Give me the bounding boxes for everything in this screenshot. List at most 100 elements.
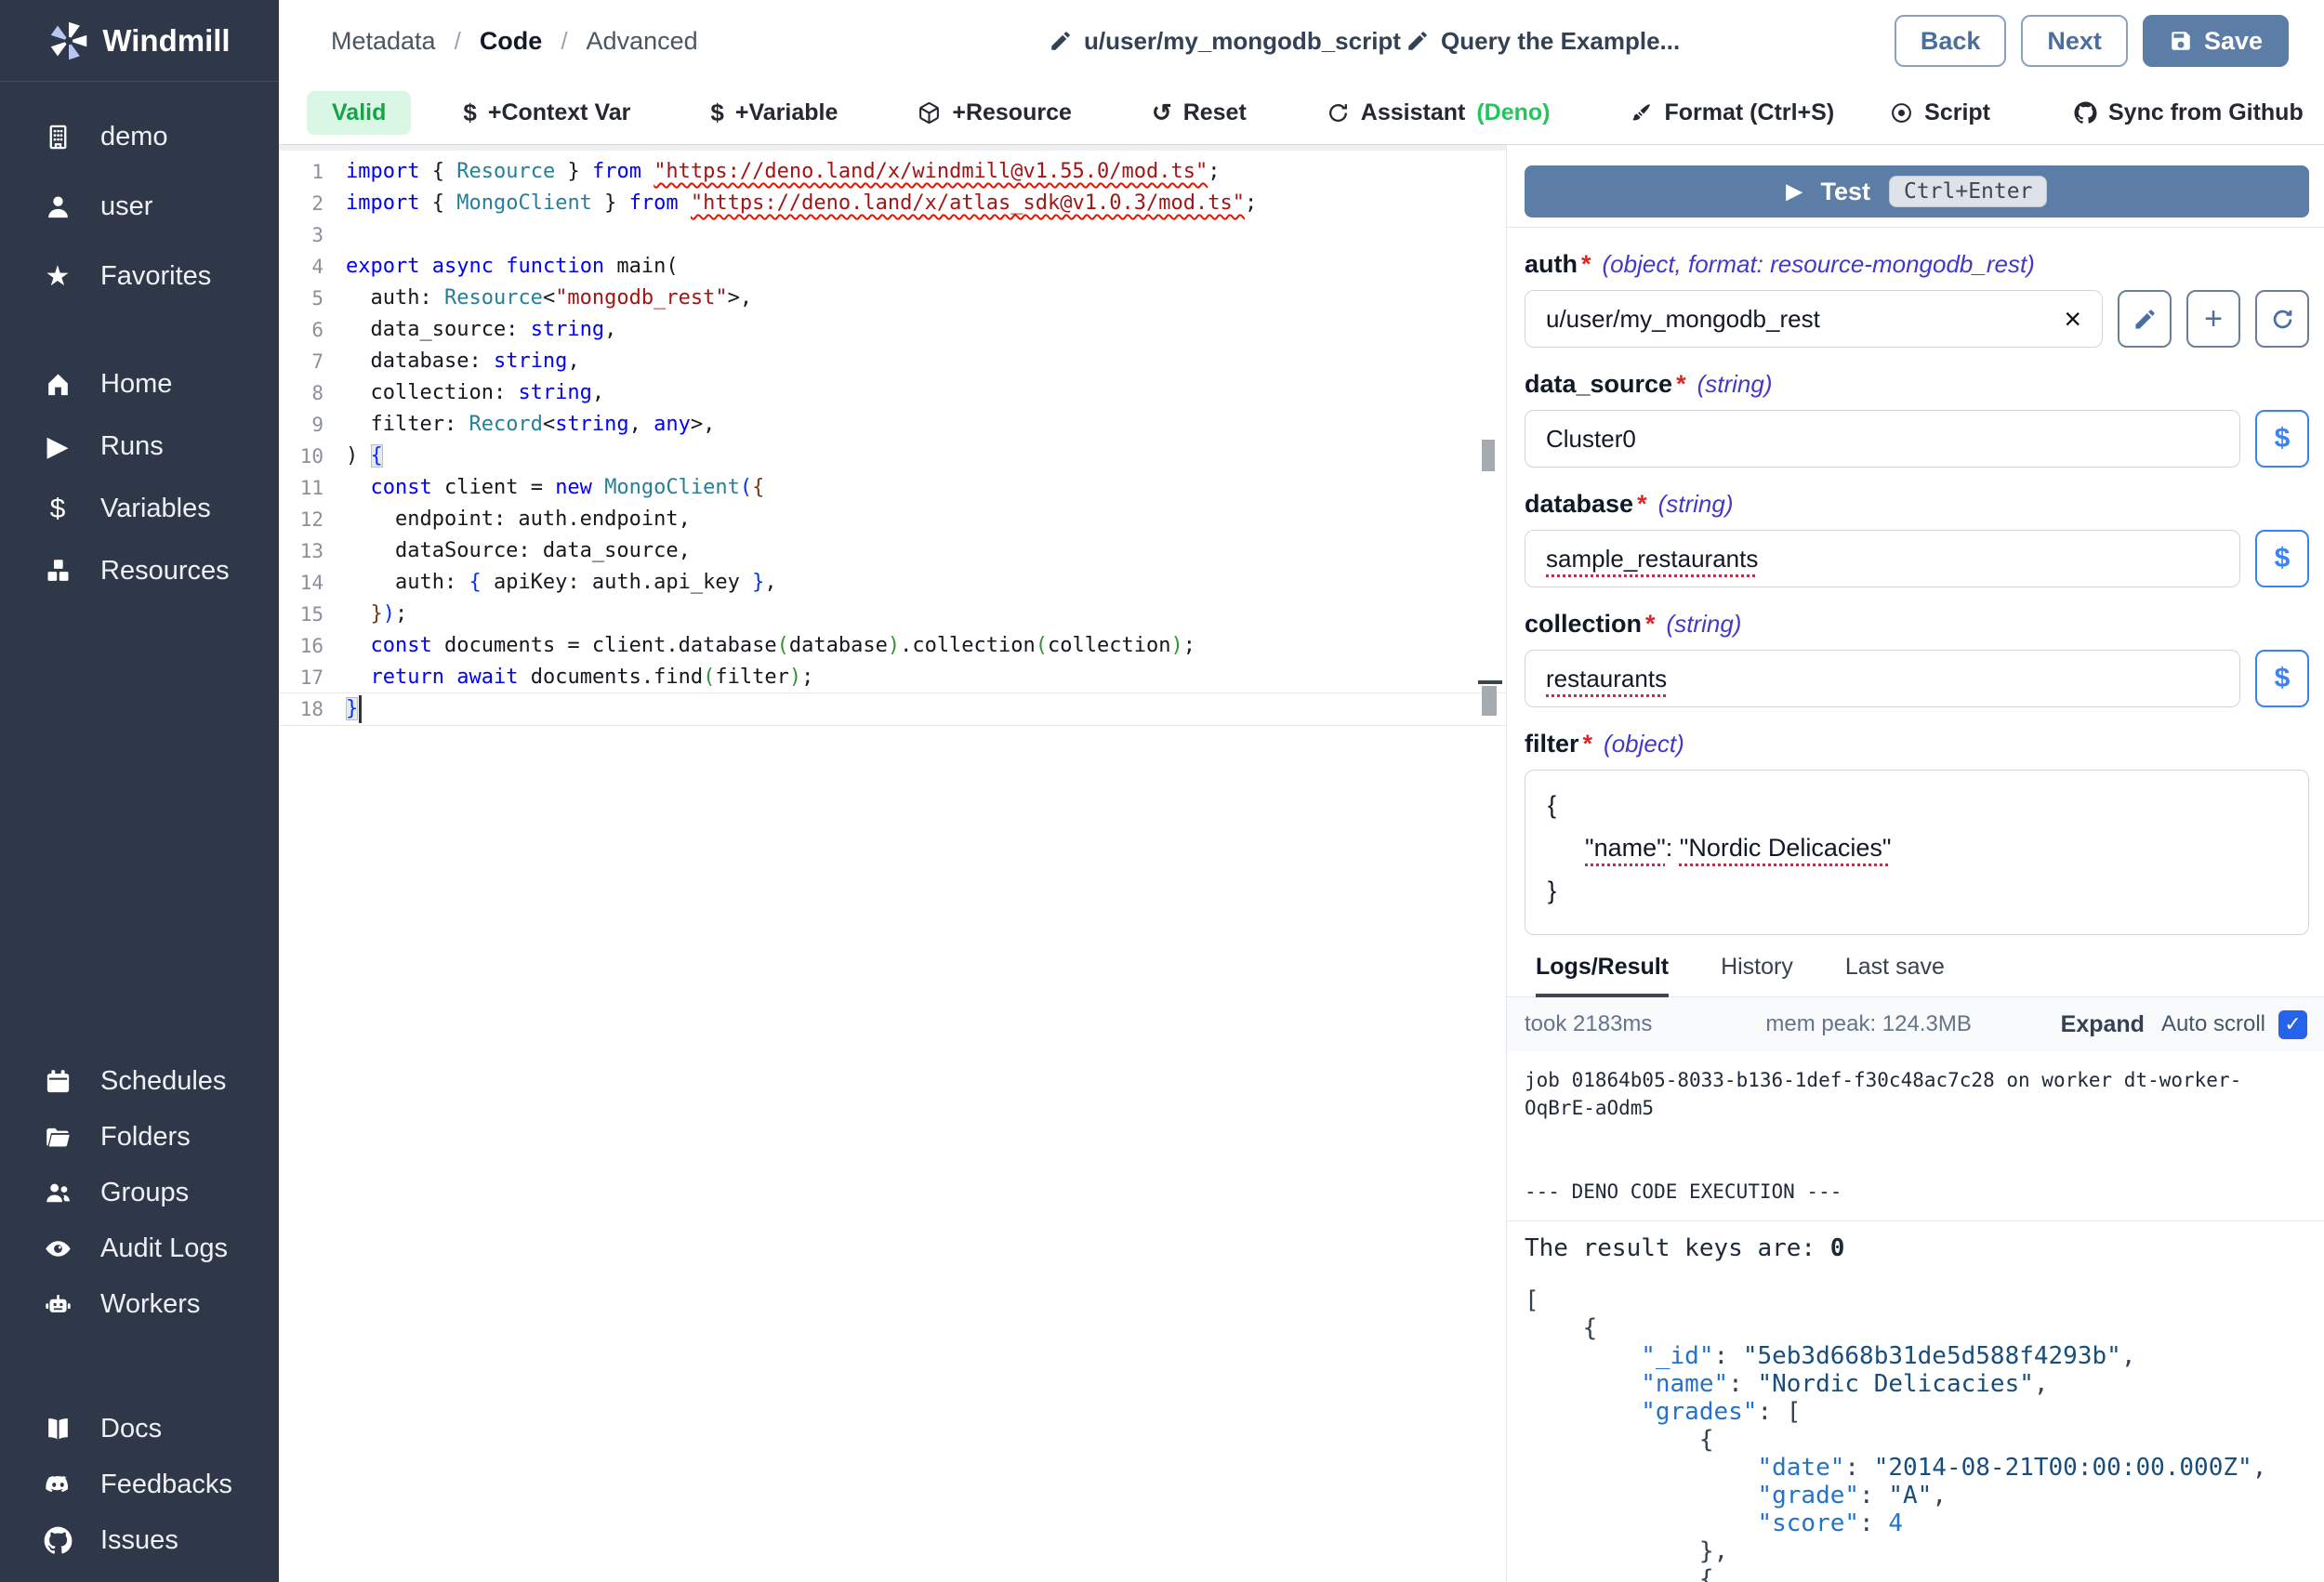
sidebar-item-variables[interactable]: $ Variables <box>0 478 279 540</box>
code-line[interactable]: 14 auth: { apiKey: auth.api_key }, <box>279 567 1506 599</box>
database-var-button[interactable]: $ <box>2255 530 2309 587</box>
code-line[interactable]: 1import { Resource } from "https://deno.… <box>279 156 1506 188</box>
breadcrumb: Metadata / Code / Advanced <box>331 0 698 82</box>
result-json-line: "grades": [ <box>1525 1398 2309 1426</box>
top-header: Metadata / Code / Advanced u/user/my_mon… <box>279 0 2324 82</box>
code-line[interactable]: 17 return await documents.find(filter); <box>279 662 1506 693</box>
sidebar-item-folders[interactable]: Folders <box>0 1109 279 1165</box>
sidebar-item-label: Workers <box>100 1289 200 1320</box>
data-source-var-button[interactable]: $ <box>2255 410 2309 468</box>
sync-from-github-button[interactable]: Sync from Github <box>2046 99 2324 126</box>
code-line[interactable]: 5 auth: Resource<"mongodb_rest">, <box>279 283 1506 314</box>
tab-advanced[interactable]: Advanced <box>587 27 698 56</box>
editor-cursor-marker <box>1478 680 1502 684</box>
result-json-line: [ <box>1525 1286 2309 1314</box>
data-source-input[interactable]: Cluster0 <box>1525 410 2240 468</box>
code-line[interactable]: 2import { MongoClient } from "https://de… <box>279 188 1506 219</box>
pencil-icon <box>1049 29 1073 53</box>
auth-resource-input[interactable]: u/user/my_mongodb_rest × <box>1525 290 2103 348</box>
code-line[interactable]: 7 database: string, <box>279 346 1506 377</box>
sidebar-item-favorites[interactable]: ★ Favorites <box>0 242 279 311</box>
line-number: 13 <box>279 535 324 567</box>
reset-button[interactable]: ↺ Reset <box>1124 82 1274 144</box>
result-json-line: "score": 4 <box>1525 1509 2309 1537</box>
code-line[interactable]: 4export async function main( <box>279 251 1506 283</box>
windmill-logo[interactable]: Windmill <box>0 0 279 82</box>
play-icon: ▶ <box>1787 179 1802 204</box>
sidebar-item-groups[interactable]: Groups <box>0 1165 279 1220</box>
code-editor[interactable]: 1import { Resource } from "https://deno.… <box>279 151 1506 1582</box>
code-line[interactable]: 11 const client = new MongoClient({ <box>279 472 1506 504</box>
code-line[interactable]: 12 endpoint: auth.endpoint, <box>279 504 1506 535</box>
sidebar-item-resources[interactable]: Resources <box>0 540 279 602</box>
line-number: 3 <box>279 219 324 251</box>
editor-toolbar: Valid $ +Context Var $ +Variable +Resour… <box>279 82 2324 145</box>
code-line[interactable]: 9 filter: Record<string, any>, <box>279 409 1506 441</box>
brush-icon <box>1630 101 1653 125</box>
format-button[interactable]: Format (Ctrl+S) <box>1602 82 1862 144</box>
code-line[interactable]: 18} <box>279 693 1506 725</box>
sidebar-item-docs[interactable]: Docs <box>0 1401 279 1457</box>
database-input[interactable]: sample_restaurants <box>1525 530 2240 587</box>
tab-logs-result[interactable]: Logs/Result <box>1536 954 1669 997</box>
data-source-value: Cluster0 <box>1546 425 1636 454</box>
code-line[interactable]: 8 collection: string, <box>279 377 1506 409</box>
tab-history[interactable]: History <box>1721 954 1793 996</box>
line-number: 4 <box>279 251 324 283</box>
field-type: (object, format: resource-mongodb_rest) <box>1603 250 2035 279</box>
save-button[interactable]: Save <box>2143 15 2289 67</box>
line-number: 7 <box>279 346 324 377</box>
editor-scrollbar-thumb[interactable] <box>1482 686 1497 716</box>
script-kind-button[interactable]: Script <box>1862 99 2018 126</box>
clear-icon[interactable]: × <box>2064 304 2081 334</box>
code-line[interactable]: 3 <box>279 219 1506 251</box>
code-line[interactable]: 15 }); <box>279 599 1506 630</box>
sidebar-item-audit-logs[interactable]: Audit Logs <box>0 1220 279 1276</box>
run-duration: took 2183ms <box>1525 1011 1652 1037</box>
sidebar-item-schedules[interactable]: Schedules <box>0 1053 279 1109</box>
script-summary[interactable]: Query the Example... <box>1406 0 1680 82</box>
filter-json-editor[interactable]: { "name": "Nordic Delicacies" } <box>1525 770 2309 935</box>
edit-resource-button[interactable] <box>2118 290 2172 348</box>
sidebar-item-user[interactable]: user <box>0 172 279 242</box>
breadcrumb-separator: / <box>455 27 461 56</box>
tab-code[interactable]: Code <box>480 27 543 56</box>
collection-var-button[interactable]: $ <box>2255 650 2309 707</box>
expand-button[interactable]: Expand <box>2061 1011 2145 1038</box>
pencil-icon <box>2133 307 2158 332</box>
tab-last-save[interactable]: Last save <box>1845 954 1945 996</box>
sidebar-item-issues[interactable]: Issues <box>0 1512 279 1568</box>
next-label: Next <box>2047 27 2102 56</box>
add-context-var-button[interactable]: $ +Context Var <box>435 82 658 144</box>
collection-input[interactable]: restaurants <box>1525 650 2240 707</box>
assistant-button[interactable]: Assistant (Deno) <box>1299 82 1578 144</box>
back-button[interactable]: Back <box>1895 15 2007 67</box>
format-label: Format (Ctrl+S) <box>1664 99 1834 126</box>
sidebar-item-runs[interactable]: ▶ Runs <box>0 415 279 478</box>
add-variable-button[interactable]: $ +Variable <box>682 82 865 144</box>
next-button[interactable]: Next <box>2021 15 2128 67</box>
test-button[interactable]: ▶ Test Ctrl+Enter <box>1525 165 2309 218</box>
sidebar-item-label: Audit Logs <box>100 1233 228 1264</box>
sidebar-item-workers[interactable]: Workers <box>0 1276 279 1332</box>
refresh-resource-button[interactable] <box>2255 290 2309 348</box>
robot-icon <box>41 1290 74 1319</box>
add-resource-button[interactable]: +Resource <box>890 82 1100 144</box>
code-line[interactable]: 13 dataSource: data_source, <box>279 535 1506 567</box>
code-line[interactable]: 10) { <box>279 441 1506 472</box>
auth-resource-value: u/user/my_mongodb_rest <box>1546 305 1820 334</box>
result-json-line: "name": "Nordic Delicacies", <box>1525 1370 2309 1398</box>
autoscroll-checkbox[interactable]: ✓ <box>2278 1010 2307 1039</box>
code-line[interactable]: 16 const documents = client.database(dat… <box>279 630 1506 662</box>
line-number: 2 <box>279 188 324 219</box>
sidebar-item-home[interactable]: Home <box>0 353 279 415</box>
code-line[interactable]: 6 data_source: string, <box>279 314 1506 346</box>
sidebar-item-feedbacks[interactable]: Feedbacks <box>0 1457 279 1512</box>
editor-scrollbar-thumb[interactable] <box>1482 440 1495 471</box>
github-icon <box>2074 101 2097 125</box>
add-resource-inline-button[interactable]: + <box>2186 290 2240 348</box>
tab-metadata[interactable]: Metadata <box>331 27 436 56</box>
script-path[interactable]: u/user/my_mongodb_script <box>1049 0 1401 82</box>
save-icon <box>2169 29 2193 53</box>
sidebar-item-workspace-demo[interactable]: demo <box>0 102 279 172</box>
